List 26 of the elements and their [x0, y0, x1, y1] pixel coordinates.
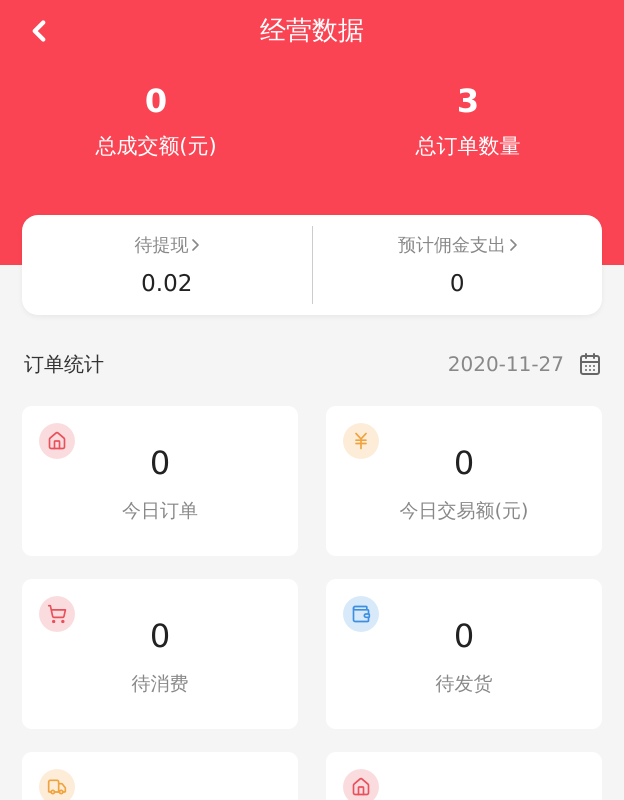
stat-card[interactable]: 0 待消费 [22, 579, 298, 729]
total-label: 总成交额(元) [95, 133, 217, 160]
total-label: 总订单数量 [416, 133, 520, 160]
date-text: 2020-11-27 [448, 352, 564, 376]
stat-value: 0 [150, 444, 170, 482]
summary-link[interactable]: 待提现 [134, 233, 200, 257]
page-title: 经营数据 [260, 14, 364, 48]
calendar-icon[interactable] [578, 352, 602, 376]
summary-value: 0.02 [141, 271, 192, 297]
stat-label: 待发货 [436, 672, 492, 697]
stat-card[interactable]: 0 今日交易额(元) [326, 406, 602, 556]
stat-label: 今日订单 [122, 499, 198, 524]
total-value: 3 [456, 82, 480, 120]
stat-card[interactable]: 0 待发货 [326, 579, 602, 729]
stat-label: 今日交易额(元) [400, 499, 528, 524]
stat-value: 0 [150, 617, 170, 655]
stat-card[interactable]: 0 今日订单 [22, 406, 298, 556]
stat-value: 0 [454, 617, 474, 655]
stat-value: 0 [454, 444, 474, 482]
chevron-right-icon [192, 239, 200, 251]
summary-link[interactable]: 预计佣金支出 [398, 233, 517, 257]
total-value: 0 [144, 82, 168, 120]
summary-value: 0 [450, 271, 465, 297]
section-title: 订单统计 [24, 350, 104, 378]
chevron-right-icon [510, 239, 517, 251]
stat-label: 待消费 [132, 672, 188, 697]
